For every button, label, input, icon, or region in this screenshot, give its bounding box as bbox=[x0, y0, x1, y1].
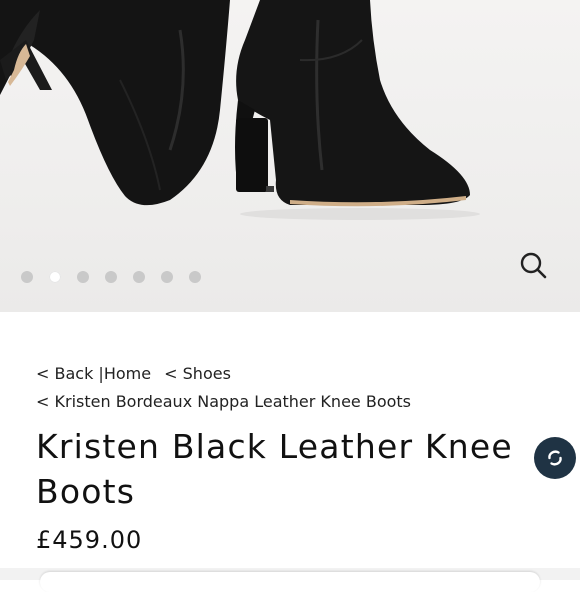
breadcrumb-shoes-link[interactable]: < Shoes bbox=[164, 364, 231, 383]
bottom-sheet-handle[interactable] bbox=[40, 572, 540, 592]
breadcrumb-back-home-link[interactable]: < Back |Home bbox=[36, 364, 151, 383]
product-title: Kristen Black Leather Knee Boots bbox=[36, 427, 513, 511]
search-icon bbox=[520, 252, 547, 279]
chat-icon bbox=[548, 450, 562, 466]
chat-button[interactable] bbox=[534, 437, 576, 479]
carousel-dot-active[interactable] bbox=[49, 271, 61, 283]
product-photo bbox=[0, 0, 480, 220]
carousel-dot[interactable] bbox=[133, 271, 145, 283]
carousel-dots bbox=[21, 271, 201, 283]
carousel-dot[interactable] bbox=[77, 271, 89, 283]
carousel-dot[interactable] bbox=[161, 271, 173, 283]
product-price: £459.00 bbox=[36, 526, 143, 554]
breadcrumb-current-item[interactable]: < Kristen Bordeaux Nappa Leather Knee Bo… bbox=[36, 392, 411, 411]
carousel-dot[interactable] bbox=[21, 271, 33, 283]
carousel-dot[interactable] bbox=[105, 271, 117, 283]
zoom-button[interactable] bbox=[518, 250, 550, 282]
breadcrumb: < Back |Home < Shoes < Kristen Bordeaux … bbox=[36, 360, 419, 416]
carousel-dot[interactable] bbox=[189, 271, 201, 283]
product-image-gallery[interactable] bbox=[0, 0, 580, 312]
